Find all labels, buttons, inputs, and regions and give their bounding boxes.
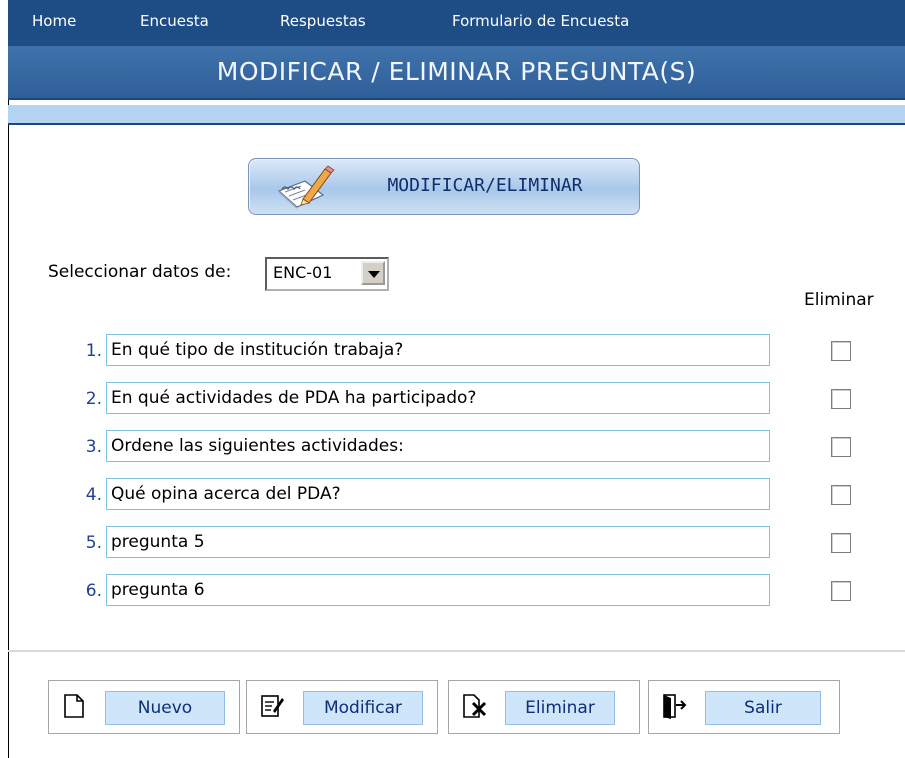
footer-divider: [8, 650, 905, 652]
encuesta-select[interactable]: ENC-01: [265, 257, 389, 291]
top-nav: Home Encuesta Respuestas Formulario de E…: [8, 0, 905, 46]
exit-door-icon: [663, 694, 687, 719]
eliminar-checkbox[interactable]: [831, 533, 851, 553]
eliminar-checkbox[interactable]: [831, 341, 851, 361]
question-number: 4.: [85, 485, 102, 505]
nav-formulario-link[interactable]: Formulario de Encuesta: [452, 12, 629, 30]
eliminar-checkbox[interactable]: [831, 485, 851, 505]
header-separator: [8, 123, 905, 125]
question-number: 1.: [85, 341, 102, 361]
question-input[interactable]: Ordene las siguientes actividades:: [106, 430, 770, 462]
selector-label: Seleccionar datos de:: [48, 262, 232, 282]
eliminar-checkbox[interactable]: [831, 389, 851, 409]
modificar-group: Modificar: [246, 680, 438, 734]
nav-respuestas-link[interactable]: Respuestas: [280, 12, 366, 30]
modificar-eliminar-button[interactable]: MODIFICAR/ELIMINAR: [248, 158, 640, 215]
header-stripe: [8, 105, 905, 123]
modificar-eliminar-label: MODIFICAR/ELIMINAR: [387, 175, 583, 196]
salir-button[interactable]: Salir: [705, 691, 821, 725]
question-number: 2.: [85, 389, 102, 409]
salir-group: Salir: [648, 680, 840, 734]
eliminar-checkbox[interactable]: [831, 581, 851, 601]
question-number: 3.: [85, 437, 102, 457]
eliminar-button[interactable]: Eliminar: [505, 691, 615, 725]
nuevo-button[interactable]: Nuevo: [105, 691, 225, 725]
nuevo-group: Nuevo: [48, 680, 240, 734]
question-number: 5.: [85, 533, 102, 553]
question-input[interactable]: En qué actividades de PDA ha participado…: [106, 382, 770, 414]
eliminar-checkbox[interactable]: [831, 437, 851, 457]
question-number: 6.: [85, 581, 102, 601]
question-input[interactable]: pregunta 6: [106, 574, 770, 606]
title-bar: MODIFICAR / ELIMINAR PREGUNTA(S): [8, 46, 905, 100]
nav-encuesta-link[interactable]: Encuesta: [140, 12, 209, 30]
notepad-pencil-icon: [277, 165, 335, 209]
question-input[interactable]: pregunta 5: [106, 526, 770, 558]
dropdown-arrow-icon[interactable]: [361, 261, 385, 285]
delete-document-icon: [463, 694, 487, 718]
new-document-icon: [64, 694, 84, 718]
question-input[interactable]: En qué tipo de institución trabaja?: [106, 334, 770, 366]
page-title: MODIFICAR / ELIMINAR PREGUNTA(S): [216, 57, 697, 86]
edit-document-icon: [261, 695, 284, 717]
encuesta-select-value: ENC-01: [273, 263, 333, 282]
question-input[interactable]: Qué opina acerca del PDA?: [106, 478, 770, 510]
eliminar-column-header: Eliminar: [804, 290, 874, 310]
modificar-button[interactable]: Modificar: [303, 691, 423, 725]
nav-home-link[interactable]: Home: [32, 12, 76, 30]
eliminar-group: Eliminar: [448, 680, 640, 734]
